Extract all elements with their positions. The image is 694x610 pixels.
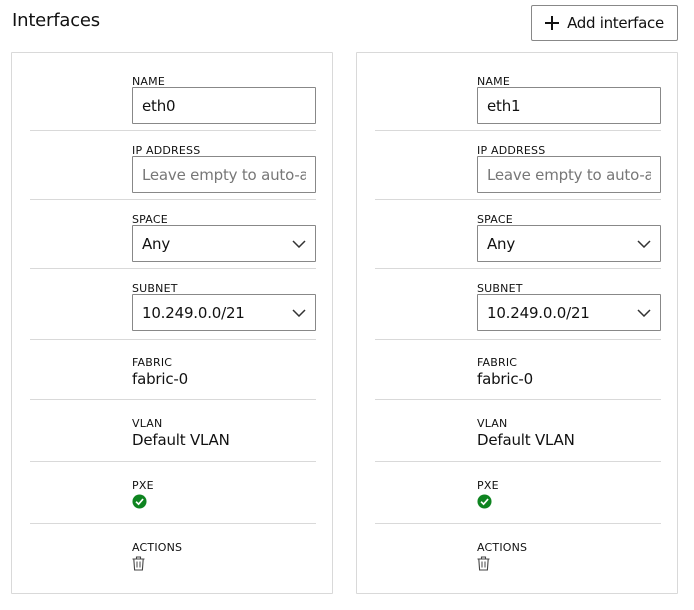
- plus-icon: [545, 16, 560, 30]
- fabric-row: FABRIC fabric-0: [30, 340, 316, 400]
- vlan-row: VLAN Default VLAN: [30, 400, 316, 462]
- ip-address-label: IP ADDRESS: [132, 145, 201, 156]
- actions-row: ACTIONS: [375, 524, 661, 584]
- ip-address-row: IP ADDRESS: [375, 131, 661, 200]
- vlan-row: VLAN Default VLAN: [375, 400, 661, 462]
- trash-icon[interactable]: [132, 556, 145, 571]
- subnet-label: SUBNET: [132, 283, 178, 294]
- ip-address-row: IP ADDRESS: [30, 131, 316, 200]
- space-select[interactable]: Any: [477, 225, 661, 262]
- name-input[interactable]: [132, 87, 316, 124]
- name-label: NAME: [477, 76, 510, 87]
- check-circle-icon: [477, 494, 492, 509]
- pxe-label: PXE: [477, 480, 499, 491]
- fabric-label: FABRIC: [132, 357, 173, 368]
- pxe-row: PXE: [375, 462, 661, 524]
- page-title: Interfaces: [12, 10, 100, 31]
- fabric-label: FABRIC: [477, 357, 518, 368]
- subnet-value: 10.249.0.0/21: [487, 303, 590, 322]
- ip-address-input[interactable]: [132, 156, 316, 193]
- name-row: NAME: [30, 53, 316, 131]
- space-label: SPACE: [477, 214, 513, 225]
- add-interface-label: Add interface: [567, 14, 664, 32]
- pxe-row: PXE: [30, 462, 316, 524]
- interface-card: NAME IP ADDRESS SPACE Any SUBNET: [356, 52, 678, 594]
- interfaces-panel: Interfaces Add interface NAME IP ADDRESS…: [0, 0, 694, 610]
- fabric-value: fabric-0: [477, 370, 533, 388]
- subnet-label: SUBNET: [477, 283, 523, 294]
- name-input[interactable]: [477, 87, 661, 124]
- check-circle-icon: [132, 494, 147, 509]
- space-value: Any: [142, 234, 171, 253]
- fabric-row: FABRIC fabric-0: [375, 340, 661, 400]
- interface-card: NAME IP ADDRESS SPACE Any SUBNET: [11, 52, 333, 594]
- vlan-label: VLAN: [477, 418, 508, 429]
- space-label: SPACE: [132, 214, 168, 225]
- subnet-value: 10.249.0.0/21: [142, 303, 245, 322]
- name-label: NAME: [132, 76, 165, 87]
- subnet-select[interactable]: 10.249.0.0/21: [477, 294, 661, 331]
- ip-address-input[interactable]: [477, 156, 661, 193]
- name-row: NAME: [375, 53, 661, 131]
- actions-label: ACTIONS: [477, 542, 528, 553]
- vlan-value: Default VLAN: [477, 431, 575, 449]
- ip-address-label: IP ADDRESS: [477, 145, 546, 156]
- actions-label: ACTIONS: [132, 542, 183, 553]
- trash-icon[interactable]: [477, 556, 490, 571]
- actions-row: ACTIONS: [30, 524, 316, 584]
- fabric-value: fabric-0: [132, 370, 188, 388]
- space-select[interactable]: Any: [132, 225, 316, 262]
- subnet-select[interactable]: 10.249.0.0/21: [132, 294, 316, 331]
- pxe-label: PXE: [132, 480, 154, 491]
- chevron-down-icon: [637, 308, 651, 317]
- add-interface-button[interactable]: Add interface: [531, 5, 678, 41]
- vlan-value: Default VLAN: [132, 431, 230, 449]
- chevron-down-icon: [292, 239, 306, 248]
- subnet-row: SUBNET 10.249.0.0/21: [30, 269, 316, 340]
- chevron-down-icon: [637, 239, 651, 248]
- chevron-down-icon: [292, 308, 306, 317]
- vlan-label: VLAN: [132, 418, 163, 429]
- space-row: SPACE Any: [375, 200, 661, 269]
- space-value: Any: [487, 234, 516, 253]
- subnet-row: SUBNET 10.249.0.0/21: [375, 269, 661, 340]
- space-row: SPACE Any: [30, 200, 316, 269]
